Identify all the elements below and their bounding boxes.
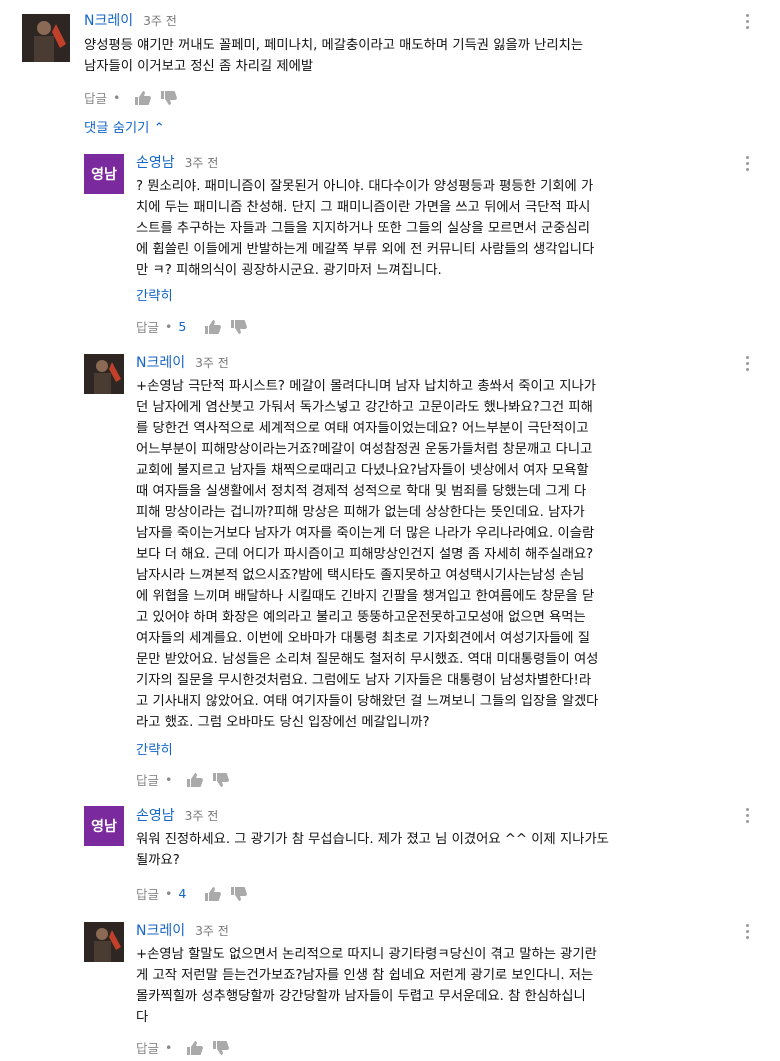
more-options-icon[interactable] <box>746 156 750 174</box>
comment-text: 양성평등 얘기만 꺼내도 꼴페미, 페미나치, 메갈충이라고 매도하며 기득권 … <box>84 38 584 74</box>
avatar-image <box>84 922 124 962</box>
avatar[interactable] <box>84 354 124 394</box>
author-name[interactable]: N크레이 <box>136 355 185 371</box>
comment-header: N크레이 3주 전 <box>136 920 229 940</box>
avatar[interactable]: 영남 <box>84 806 124 846</box>
comment-header: N크레이 3주 전 <box>136 352 229 372</box>
comment-header: 손영남 3주 전 <box>136 805 218 825</box>
reply-button[interactable]: 답글 <box>136 884 159 903</box>
comment-actions: 답글 • 4 <box>136 884 248 903</box>
thumbs-down-icon[interactable] <box>230 319 248 335</box>
chevron-up-icon: ⌃ <box>153 121 165 136</box>
thumbs-up-icon[interactable] <box>204 319 222 335</box>
avatar-image <box>22 14 70 62</box>
more-options-icon[interactable] <box>746 808 750 826</box>
thumbs-up-icon[interactable] <box>204 886 222 902</box>
reply-button[interactable]: 답글 <box>136 317 159 336</box>
thumbs-up-icon[interactable] <box>186 1040 204 1056</box>
reply-button[interactable]: 답글 <box>84 88 107 107</box>
thumbs-up-icon[interactable] <box>186 772 204 788</box>
reply-button[interactable]: 답글 <box>136 770 159 789</box>
comment-text: +손영남 할말도 없으면서 논리적으로 따지니 광기타령ㅋ당신이 겪고 말하는 … <box>136 947 597 1025</box>
more-options-icon[interactable] <box>746 14 750 32</box>
avatar[interactable]: 영남 <box>84 154 124 194</box>
thumbs-down-icon[interactable] <box>212 772 230 788</box>
hide-replies-button[interactable]: 댓글 숨기기 ⌃ <box>84 117 165 136</box>
timestamp[interactable]: 3주 전 <box>195 356 229 370</box>
like-count: 5 <box>178 319 187 334</box>
thumbs-down-icon[interactable] <box>160 90 178 106</box>
avatar-initials: 영남 <box>91 167 117 183</box>
comment-actions: 답글 • <box>136 770 230 789</box>
separator-dot: • <box>165 772 173 787</box>
separator-dot: • <box>113 90 121 105</box>
timestamp[interactable]: 3주 전 <box>143 14 177 28</box>
comment-actions: 답글 • <box>84 88 178 107</box>
more-options-icon[interactable] <box>746 356 750 374</box>
avatar-initials: 영남 <box>91 819 117 835</box>
comment-text: +손영남 극단적 파시스트? 메갈이 몰려다니며 남자 납치하고 총쏴서 죽이고… <box>136 379 599 730</box>
timestamp[interactable]: 3주 전 <box>185 156 219 170</box>
timestamp[interactable]: 3주 전 <box>195 924 229 938</box>
author-name[interactable]: 손영남 <box>136 808 175 824</box>
thumbs-down-icon[interactable] <box>230 886 248 902</box>
separator-dot: • <box>165 319 173 334</box>
show-less-button[interactable]: 간략히 <box>136 739 173 758</box>
separator-dot: • <box>165 1040 173 1055</box>
avatar-image <box>84 354 124 394</box>
avatar[interactable] <box>22 14 70 62</box>
thumbs-up-icon[interactable] <box>134 90 152 106</box>
reply-button[interactable]: 답글 <box>136 1038 159 1057</box>
comment-text: 워워 진정하세요. 그 광기가 참 무섭습니다. 제가 졌고 님 이겼어요 ^^… <box>136 832 609 868</box>
like-count: 4 <box>178 886 187 901</box>
comment-actions: 답글 • <box>136 1038 230 1057</box>
comment-actions: 답글 • 5 <box>136 317 248 336</box>
separator-dot: • <box>165 886 173 901</box>
show-less-button[interactable]: 간략히 <box>136 285 173 304</box>
thumbs-down-icon[interactable] <box>212 1040 230 1056</box>
author-name[interactable]: N크레이 <box>84 13 133 29</box>
comment-header: 손영남 3주 전 <box>136 152 218 172</box>
comment-header: N크레이 3주 전 <box>84 10 177 30</box>
avatar[interactable] <box>84 922 124 962</box>
comment-text: ? 뭔소리야. 패미니즘이 잘못된거 아니야. 대다수이가 양성평등과 평등한 … <box>136 179 595 278</box>
author-name[interactable]: 손영남 <box>136 155 175 171</box>
timestamp[interactable]: 3주 전 <box>185 809 219 823</box>
author-name[interactable]: N크레이 <box>136 923 185 939</box>
more-options-icon[interactable] <box>746 924 750 942</box>
